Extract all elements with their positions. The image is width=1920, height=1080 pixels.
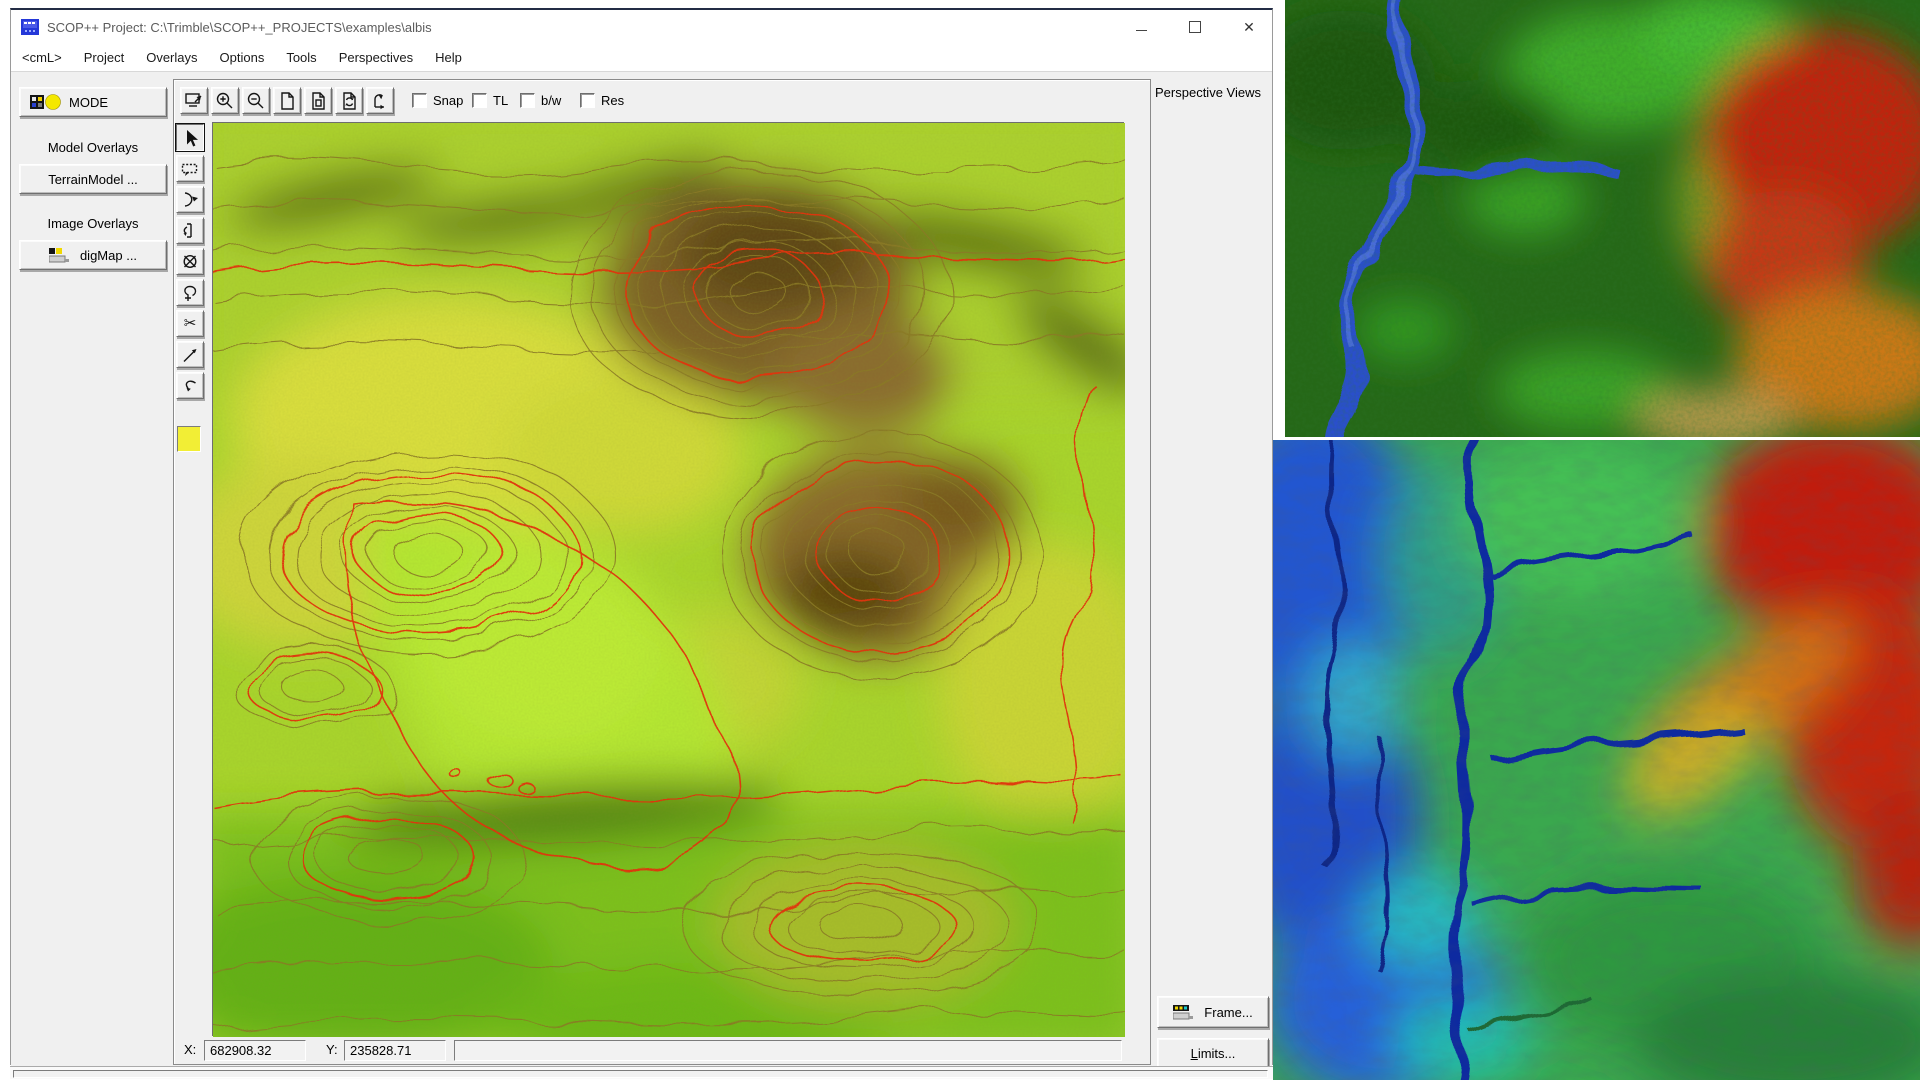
frame-label: Frame... bbox=[1204, 1005, 1252, 1020]
perspective-view-bottom[interactable] bbox=[1273, 440, 1920, 1080]
minimize-button[interactable] bbox=[1118, 10, 1164, 44]
bw-checkbox-row: b/w bbox=[520, 93, 561, 108]
scop-window: SCOP++ Project: C:\Trimble\SCOP++_PROJEC… bbox=[10, 8, 1273, 1065]
statusbar-y-label: Y: bbox=[326, 1042, 338, 1057]
insert-vertex-tool-button[interactable] bbox=[176, 217, 204, 244]
bw-label: b/w bbox=[541, 93, 561, 108]
cut-tool-button[interactable]: ✂ bbox=[176, 310, 204, 337]
zoom-fit-button[interactable] bbox=[180, 87, 208, 114]
cursor-arrow-icon bbox=[179, 127, 201, 149]
zoom-fit-icon bbox=[183, 90, 205, 112]
desktop: { "window": { "title": "SCOP++ Project: … bbox=[0, 0, 1920, 1080]
copy-view-button[interactable] bbox=[304, 87, 332, 114]
statusbar-x-label: X: bbox=[184, 1042, 196, 1057]
bottom-status-field bbox=[13, 1070, 1268, 1078]
limits-label: Limits... bbox=[1191, 1046, 1236, 1061]
close-button[interactable]: ✕ bbox=[1226, 10, 1272, 44]
tl-label: TL bbox=[493, 93, 508, 108]
image-overlays-label: Image Overlays bbox=[19, 216, 167, 231]
app-icon[interactable] bbox=[21, 19, 39, 35]
terrainmodel-button[interactable]: TerrainModel ... bbox=[19, 164, 167, 194]
bracket-arrow-icon bbox=[179, 220, 201, 242]
undo-tool-button[interactable] bbox=[176, 372, 204, 399]
perspective-view-top[interactable] bbox=[1285, 0, 1920, 437]
menu-overlays[interactable]: Overlays bbox=[135, 46, 208, 69]
perspective-bottom-art bbox=[1273, 440, 1920, 1080]
minimize-icon bbox=[1136, 30, 1147, 31]
tl-checkbox-row: TL bbox=[472, 93, 508, 108]
digmap-label: digMap ... bbox=[80, 248, 137, 263]
model-overlays-label: Model Overlays bbox=[19, 140, 167, 155]
zoom-out-button[interactable] bbox=[242, 87, 270, 114]
menu-project[interactable]: Project bbox=[73, 46, 135, 69]
limits-button[interactable]: Limits... bbox=[1157, 1038, 1269, 1068]
res-label: Res bbox=[601, 93, 624, 108]
copy-page-icon bbox=[307, 90, 329, 112]
menu-bar: <cmL> Project Overlays Options Tools Per… bbox=[11, 44, 1272, 71]
bw-checkbox[interactable] bbox=[520, 93, 535, 108]
scissors-icon: ✂ bbox=[184, 316, 197, 331]
snap-checkbox-row: Snap bbox=[412, 93, 463, 108]
terrainmodel-label: TerrainModel ... bbox=[48, 172, 138, 187]
maximize-icon bbox=[1189, 21, 1201, 33]
menu-perspectives[interactable]: Perspectives bbox=[328, 46, 424, 69]
menu-help[interactable]: Help bbox=[424, 46, 473, 69]
append-curve-icon bbox=[179, 189, 201, 211]
bottom-strip bbox=[10, 1066, 1273, 1079]
snap-checkbox[interactable] bbox=[412, 93, 427, 108]
res-checkbox-row: Res bbox=[580, 93, 624, 108]
map-panel: Snap TL b/w Res bbox=[173, 79, 1151, 1065]
statusbar-y-value: 235828.71 bbox=[344, 1040, 446, 1061]
perspective-top-art bbox=[1285, 0, 1920, 437]
snap-label: Snap bbox=[433, 93, 463, 108]
delete-cross-icon bbox=[179, 251, 201, 273]
previous-extent-button[interactable] bbox=[366, 87, 394, 114]
zoom-in-icon bbox=[214, 90, 236, 112]
active-color-swatch[interactable] bbox=[177, 426, 201, 452]
close-icon: ✕ bbox=[1243, 19, 1255, 36]
frame-button[interactable]: Frame... bbox=[1157, 996, 1269, 1028]
statusbar-x-value: 682908.32 bbox=[204, 1040, 306, 1061]
select-region-tool-button[interactable] bbox=[176, 155, 204, 182]
measure-line-tool-button[interactable] bbox=[176, 341, 204, 368]
title-bar: SCOP++ Project: C:\Trimble\SCOP++_PROJEC… bbox=[11, 10, 1272, 44]
menu-cml[interactable]: <cmL> bbox=[11, 46, 73, 69]
statusbar-message bbox=[454, 1040, 1122, 1061]
maximize-button[interactable] bbox=[1172, 10, 1218, 44]
window-content: MODE Model Overlays TerrainModel ... Ima… bbox=[11, 71, 1272, 1067]
perspective-views-title: Perspective Views bbox=[1155, 85, 1273, 100]
digmap-icon bbox=[49, 248, 73, 263]
contour-map-art bbox=[213, 123, 1125, 1037]
refresh-page-icon bbox=[338, 90, 360, 112]
tl-checkbox[interactable] bbox=[472, 93, 487, 108]
digmap-button[interactable]: digMap ... bbox=[19, 240, 167, 270]
diagonal-arrow-icon bbox=[179, 344, 201, 366]
mode-button[interactable]: MODE bbox=[19, 87, 167, 117]
zoom-out-icon bbox=[245, 90, 267, 112]
close-loop-tool-button[interactable] bbox=[176, 279, 204, 306]
mode-label: MODE bbox=[69, 95, 108, 110]
new-view-button[interactable] bbox=[273, 87, 301, 114]
mode-icon bbox=[30, 94, 62, 110]
menu-tools[interactable]: Tools bbox=[275, 46, 327, 69]
frame-icon bbox=[1173, 1005, 1197, 1020]
new-page-icon bbox=[276, 90, 298, 112]
loop-plus-icon bbox=[179, 282, 201, 304]
delete-element-tool-button[interactable] bbox=[176, 248, 204, 275]
undo-arrow-icon bbox=[179, 375, 201, 397]
map-canvas[interactable] bbox=[212, 122, 1124, 1036]
select-tool-button[interactable] bbox=[176, 124, 204, 151]
zoom-in-button[interactable] bbox=[211, 87, 239, 114]
menu-options[interactable]: Options bbox=[209, 46, 276, 69]
extent-arrow-icon bbox=[369, 90, 391, 112]
marquee-icon bbox=[179, 158, 201, 180]
refresh-view-button[interactable] bbox=[335, 87, 363, 114]
append-polygon-tool-button[interactable] bbox=[176, 186, 204, 213]
window-title: SCOP++ Project: C:\Trimble\SCOP++_PROJEC… bbox=[47, 20, 1110, 35]
res-checkbox[interactable] bbox=[580, 93, 595, 108]
